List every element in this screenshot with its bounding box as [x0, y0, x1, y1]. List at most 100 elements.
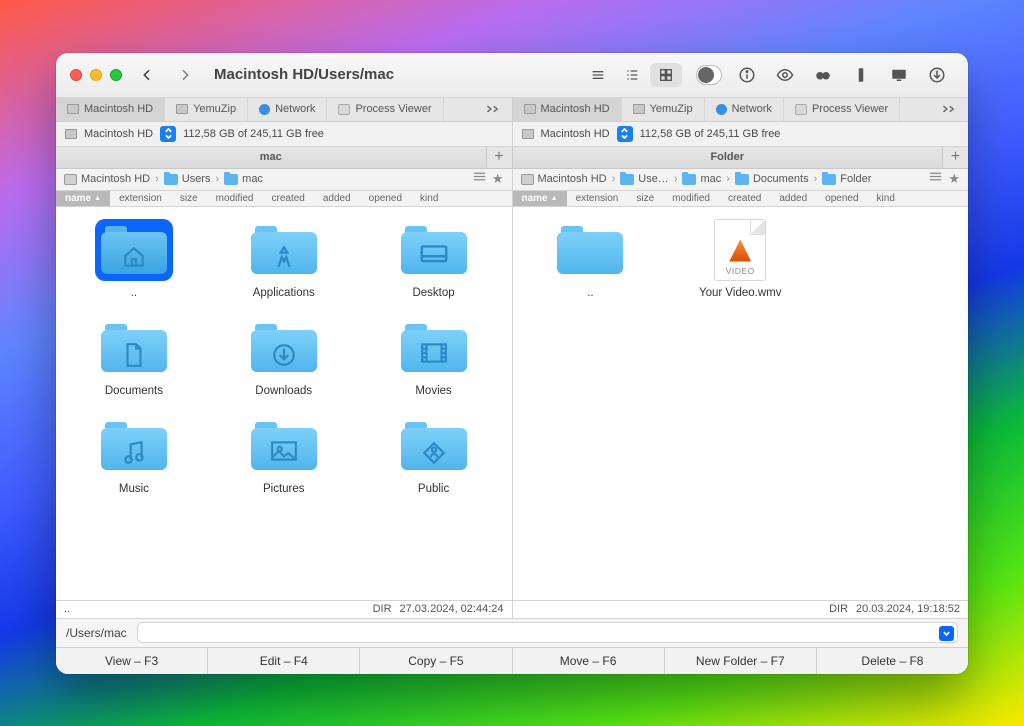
- compress-icon[interactable]: [844, 63, 878, 87]
- drive-select-right[interactable]: [617, 126, 633, 142]
- maximize-icon[interactable]: [110, 69, 122, 81]
- binoculars-icon[interactable]: [806, 63, 840, 87]
- favorite-icon[interactable]: ★: [948, 171, 960, 187]
- file-item[interactable]: Downloads: [212, 317, 356, 397]
- device-tab[interactable]: Process Viewer: [784, 98, 900, 121]
- column-header-size[interactable]: size: [627, 191, 663, 206]
- device-tab-label: Macintosh HD: [541, 103, 610, 115]
- drive-select-left[interactable]: [160, 126, 176, 142]
- disk-icon: [176, 104, 188, 114]
- file-item[interactable]: Desktop: [362, 219, 506, 299]
- column-header-name[interactable]: name▲: [56, 191, 110, 206]
- nav-back-button[interactable]: [134, 64, 160, 86]
- info-icon[interactable]: [730, 63, 764, 87]
- pane-left[interactable]: .. Applications Desktop DocumentsDownloadsM…: [56, 207, 513, 600]
- minimize-icon[interactable]: [90, 69, 102, 81]
- breadcrumb-item[interactable]: Macintosh HD: [521, 173, 607, 185]
- column-header-kind[interactable]: kind: [868, 191, 904, 206]
- breadcrumb-item[interactable]: Documents: [735, 173, 809, 185]
- command-button[interactable]: View – F3: [56, 648, 208, 674]
- column-header-modified[interactable]: modified: [207, 191, 263, 206]
- device-tab-label: Network: [732, 103, 772, 115]
- file-item[interactable]: VIDEOYour Video.wmv: [668, 219, 812, 299]
- view-grid-button[interactable]: [650, 63, 682, 87]
- column-header-kind[interactable]: kind: [411, 191, 447, 206]
- file-item[interactable]: Pictures: [212, 415, 356, 495]
- pane-right[interactable]: ..VIDEOYour Video.wmv: [513, 207, 969, 600]
- device-tabs-overflow[interactable]: [474, 103, 512, 115]
- breadcrumb-item[interactable]: mac: [682, 173, 721, 185]
- device-tab[interactable]: Network: [705, 98, 784, 121]
- column-header-opened[interactable]: opened: [816, 191, 867, 206]
- command-button[interactable]: Copy – F5: [360, 648, 512, 674]
- list-toggle-icon[interactable]: [473, 171, 486, 187]
- list-toggle-icon[interactable]: [929, 171, 942, 187]
- folder-icon: [682, 174, 696, 185]
- drive-name-left: Macintosh HD: [84, 128, 153, 140]
- column-header-created[interactable]: created: [719, 191, 770, 206]
- column-header-size[interactable]: size: [171, 191, 207, 206]
- device-tab[interactable]: Macintosh HD: [56, 98, 165, 121]
- titlebar: Macintosh HD/Users/mac: [56, 53, 968, 98]
- file-item[interactable]: Public: [362, 415, 506, 495]
- command-button[interactable]: Delete – F8: [817, 648, 968, 674]
- breadcrumb-item[interactable]: Use…: [620, 173, 669, 185]
- command-button[interactable]: New Folder – F7: [665, 648, 817, 674]
- chevron-right-icon: ›: [215, 173, 219, 185]
- file-item[interactable]: Applications: [212, 219, 356, 299]
- status-row: .. DIR 27.03.2024, 02:44:24 DIR 20.03.20…: [56, 600, 968, 618]
- column-header-extension[interactable]: extension: [567, 191, 628, 206]
- disk-icon: [524, 104, 536, 114]
- file-item[interactable]: Movies: [362, 317, 506, 397]
- view-columns-button[interactable]: [616, 63, 648, 87]
- chevron-right-icon: ›: [674, 173, 678, 185]
- disk-icon: [522, 129, 534, 139]
- tab-right[interactable]: Folder: [513, 147, 944, 168]
- device-tab[interactable]: YemuZip: [165, 98, 248, 121]
- chevron-right-icon: ›: [814, 173, 818, 185]
- file-item[interactable]: Documents: [62, 317, 206, 397]
- device-tab[interactable]: Macintosh HD: [513, 98, 622, 121]
- globe-icon: [716, 104, 727, 115]
- path-input[interactable]: [137, 622, 958, 643]
- column-header-created[interactable]: created: [262, 191, 313, 206]
- breadcrumb-item[interactable]: mac: [224, 173, 263, 185]
- file-item-label: ..: [131, 287, 137, 299]
- breadcrumb-item[interactable]: Folder: [822, 173, 871, 185]
- tab-left[interactable]: mac: [56, 147, 487, 168]
- command-button[interactable]: Move – F6: [513, 648, 665, 674]
- toggle-hidden-switch[interactable]: [692, 63, 726, 87]
- breadcrumb-item[interactable]: Users: [164, 173, 211, 185]
- folder-icon: [95, 317, 173, 379]
- device-tabs-row: Macintosh HDYemuZipNetworkProcess Viewer…: [56, 98, 968, 122]
- favorite-icon[interactable]: ★: [492, 171, 504, 187]
- device-tabs-overflow[interactable]: [930, 103, 968, 115]
- nav-forward-button[interactable]: [172, 64, 198, 86]
- preview-icon[interactable]: [768, 63, 802, 87]
- process-icon: [795, 104, 807, 115]
- column-header-added[interactable]: added: [770, 191, 816, 206]
- app-window: Macintosh HD/Users/mac Ma: [56, 53, 968, 674]
- device-tab-label: Process Viewer: [355, 103, 431, 115]
- device-tab[interactable]: YemuZip: [622, 98, 705, 121]
- breadcrumb-item[interactable]: Macintosh HD: [64, 173, 150, 185]
- desktop-icon[interactable]: [882, 63, 916, 87]
- download-icon[interactable]: [920, 63, 954, 87]
- add-tab-right[interactable]: +: [943, 147, 968, 168]
- column-header-extension[interactable]: extension: [110, 191, 171, 206]
- device-tab[interactable]: Process Viewer: [327, 98, 443, 121]
- file-item[interactable]: ..: [519, 219, 663, 299]
- view-list-button[interactable]: [582, 63, 614, 87]
- column-header-opened[interactable]: opened: [360, 191, 411, 206]
- column-header-added[interactable]: added: [314, 191, 360, 206]
- column-header-modified[interactable]: modified: [663, 191, 719, 206]
- file-item-label: Desktop: [412, 287, 454, 299]
- path-dropdown-button[interactable]: [939, 626, 954, 641]
- device-tab[interactable]: Network: [248, 98, 327, 121]
- column-header-name[interactable]: name▲: [513, 191, 567, 206]
- command-button[interactable]: Edit – F4: [208, 648, 360, 674]
- close-icon[interactable]: [70, 69, 82, 81]
- add-tab-left[interactable]: +: [487, 147, 512, 168]
- file-item[interactable]: ..: [62, 219, 206, 299]
- file-item[interactable]: Music: [62, 415, 206, 495]
